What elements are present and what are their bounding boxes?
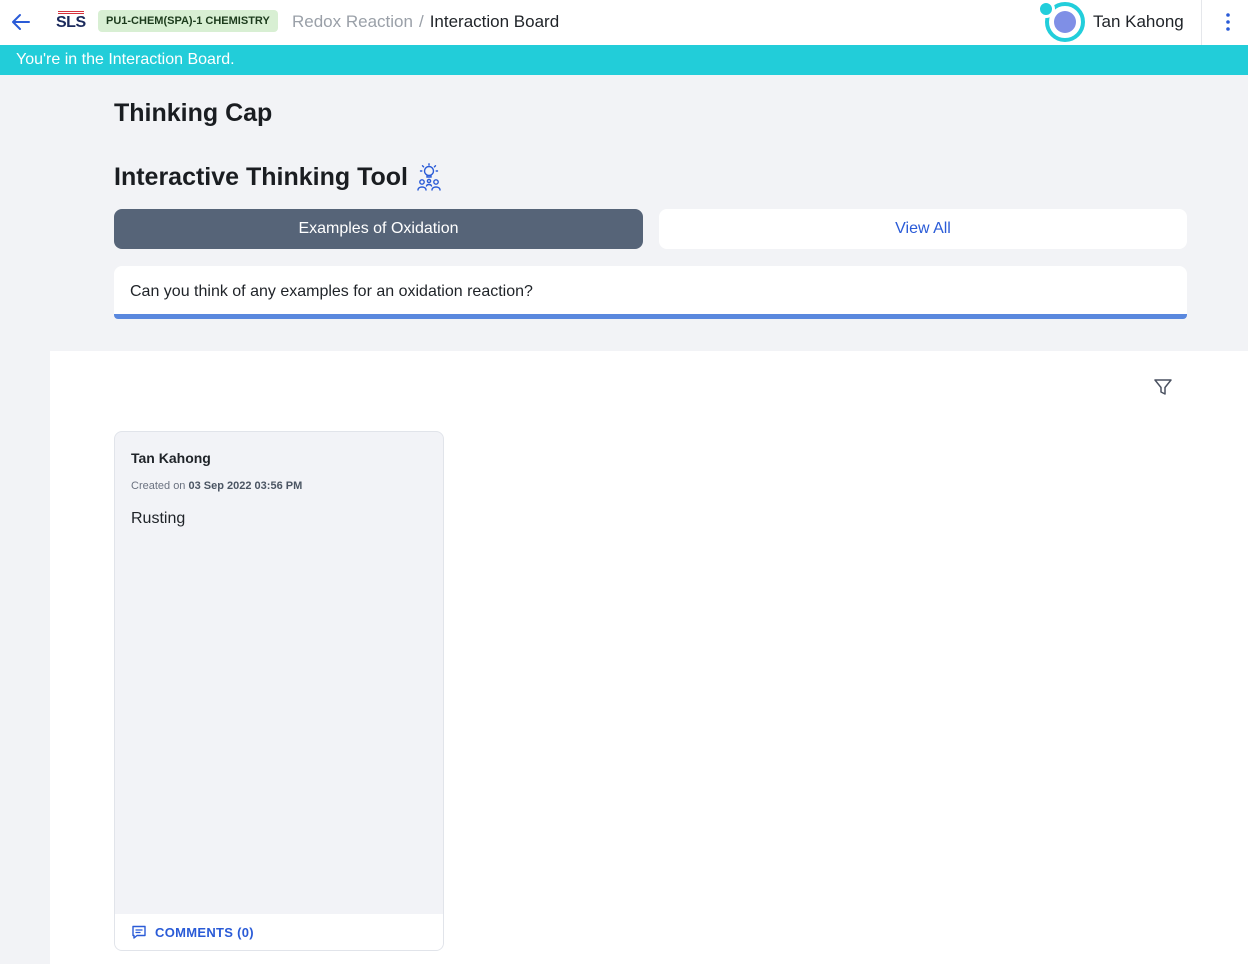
tab-view-all[interactable]: View All (659, 209, 1187, 249)
back-arrow-icon[interactable] (10, 11, 32, 33)
tool-title-text: Interactive Thinking Tool (114, 163, 409, 191)
info-banner: You're in the Interaction Board. (0, 45, 1248, 75)
comments-button[interactable]: COMMENTS (0) (115, 914, 443, 950)
comment-bubble-icon (132, 925, 146, 939)
comments-count-label: COMMENTS (0) (155, 924, 254, 940)
avatar[interactable] (1036, 0, 1086, 44)
avatar-face (1054, 11, 1076, 33)
post-card[interactable]: Tan Kahong Created on 03 Sep 2022 03:56 … (114, 431, 444, 951)
logo-text: SLS (56, 14, 86, 31)
avatar-status-dot (1037, 0, 1055, 18)
filter-funnel-icon[interactable] (1152, 376, 1174, 398)
tool-title: Interactive Thinking Tool (114, 162, 442, 192)
header-divider (1201, 0, 1202, 45)
sls-logo[interactable]: SLS (56, 11, 86, 33)
tab-examples-of-oxidation[interactable]: Examples of Oxidation (114, 209, 643, 249)
post-content: Rusting (131, 510, 186, 527)
breadcrumb-separator: / (418, 12, 424, 31)
breadcrumb-parent[interactable]: Redox Reaction (292, 12, 413, 31)
top-bar: SLS PU1-CHEM(SPA)-1 CHEMISTRY Redox Reac… (0, 0, 1248, 45)
thinking-group-icon (417, 163, 441, 191)
created-prefix: Created on (131, 480, 186, 492)
kebab-menu-icon[interactable] (1218, 11, 1238, 33)
prompt-question: Can you think of any examples for an oxi… (114, 266, 1187, 319)
post-author: Tan Kahong (131, 450, 211, 466)
post-created-date: Created on 03 Sep 2022 03:56 PM (131, 480, 302, 492)
page-title: Thinking Cap (114, 99, 273, 127)
user-name[interactable]: Tan Kahong (1093, 11, 1184, 33)
breadcrumb: Redox Reaction / Interaction Board (292, 11, 559, 33)
course-badge: PU1-CHEM(SPA)-1 CHEMISTRY (98, 10, 278, 32)
breadcrumb-current: Interaction Board (429, 12, 560, 31)
created-timestamp: 03 Sep 2022 03:56 PM (188, 480, 303, 492)
